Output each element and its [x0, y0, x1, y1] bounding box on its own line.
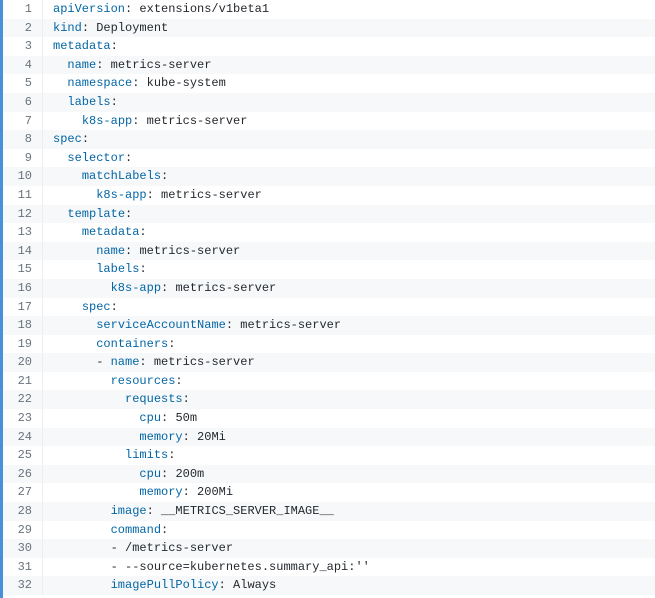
- code-line[interactable]: 7 k8s-app: metrics-server: [3, 112, 655, 131]
- code-line[interactable]: 14 name: metrics-server: [3, 242, 655, 261]
- code-content: spec:: [43, 298, 118, 317]
- code-content: labels:: [43, 93, 118, 112]
- line-number: 25: [3, 446, 43, 465]
- code-content: resources:: [43, 372, 183, 391]
- line-number: 3: [3, 37, 43, 56]
- code-line[interactable]: 8spec:: [3, 130, 655, 149]
- line-number: 32: [3, 576, 43, 595]
- code-line[interactable]: 26 cpu: 200m: [3, 465, 655, 484]
- line-number: 29: [3, 521, 43, 540]
- code-line[interactable]: 9 selector:: [3, 149, 655, 168]
- line-number: 20: [3, 353, 43, 372]
- code-content: labels:: [43, 260, 147, 279]
- code-content: metadata:: [43, 37, 118, 56]
- code-line[interactable]: 27 memory: 200Mi: [3, 483, 655, 502]
- line-number: 24: [3, 428, 43, 447]
- line-number: 5: [3, 74, 43, 93]
- code-content: memory: 20Mi: [43, 428, 226, 447]
- code-line[interactable]: 17 spec:: [3, 298, 655, 317]
- line-number: 31: [3, 558, 43, 577]
- code-content: kind: Deployment: [43, 19, 168, 38]
- code-line[interactable]: 23 cpu: 50m: [3, 409, 655, 428]
- code-line[interactable]: 4 name: metrics-server: [3, 56, 655, 75]
- code-line[interactable]: 32 imagePullPolicy: Always: [3, 576, 655, 595]
- code-line[interactable]: 24 memory: 20Mi: [3, 428, 655, 447]
- code-line[interactable]: 28 image: __METRICS_SERVER_IMAGE__: [3, 502, 655, 521]
- line-number: 19: [3, 335, 43, 354]
- code-line[interactable]: 5 namespace: kube-system: [3, 74, 655, 93]
- code-content: cpu: 50m: [43, 409, 197, 428]
- line-number: 30: [3, 539, 43, 558]
- code-line[interactable]: 15 labels:: [3, 260, 655, 279]
- code-line[interactable]: 11 k8s-app: metrics-server: [3, 186, 655, 205]
- code-content: memory: 200Mi: [43, 483, 233, 502]
- code-content: command:: [43, 521, 168, 540]
- code-line[interactable]: 21 resources:: [3, 372, 655, 391]
- line-number: 13: [3, 223, 43, 242]
- line-number: 18: [3, 316, 43, 335]
- line-number: 21: [3, 372, 43, 391]
- code-content: serviceAccountName: metrics-server: [43, 316, 341, 335]
- code-content: selector:: [43, 149, 132, 168]
- code-line[interactable]: 25 limits:: [3, 446, 655, 465]
- code-content: - /metrics-server: [43, 539, 233, 558]
- line-number: 28: [3, 502, 43, 521]
- code-line[interactable]: 3metadata:: [3, 37, 655, 56]
- line-number: 15: [3, 260, 43, 279]
- line-number: 9: [3, 149, 43, 168]
- code-content: limits:: [43, 446, 175, 465]
- code-line[interactable]: 12 template:: [3, 205, 655, 224]
- code-content: template:: [43, 205, 132, 224]
- line-number: 16: [3, 279, 43, 298]
- code-content: metadata:: [43, 223, 147, 242]
- line-number: 7: [3, 112, 43, 131]
- line-number: 27: [3, 483, 43, 502]
- code-line[interactable]: 31 - --source=kubernetes.summary_api:'': [3, 558, 655, 577]
- code-content: containers:: [43, 335, 175, 354]
- code-content: k8s-app: metrics-server: [43, 279, 276, 298]
- line-number: 23: [3, 409, 43, 428]
- code-line[interactable]: 13 metadata:: [3, 223, 655, 242]
- code-content: k8s-app: metrics-server: [43, 112, 247, 131]
- code-line[interactable]: 20 - name: metrics-server: [3, 353, 655, 372]
- line-number: 4: [3, 56, 43, 75]
- line-number: 1: [3, 0, 43, 19]
- line-number: 2: [3, 19, 43, 38]
- line-number: 14: [3, 242, 43, 261]
- code-content: apiVersion: extensions/v1beta1: [43, 0, 269, 19]
- line-number: 8: [3, 130, 43, 149]
- code-content: - --source=kubernetes.summary_api:'': [43, 558, 370, 577]
- code-content: cpu: 200m: [43, 465, 204, 484]
- line-number: 10: [3, 167, 43, 186]
- line-number: 12: [3, 205, 43, 224]
- code-line[interactable]: 29 command:: [3, 521, 655, 540]
- code-content: spec:: [43, 130, 89, 149]
- code-content: k8s-app: metrics-server: [43, 186, 262, 205]
- code-line[interactable]: 2kind: Deployment: [3, 19, 655, 38]
- code-content: name: metrics-server: [43, 242, 240, 261]
- line-number: 11: [3, 186, 43, 205]
- line-number: 17: [3, 298, 43, 317]
- code-line[interactable]: 1apiVersion: extensions/v1beta1: [3, 0, 655, 19]
- code-line[interactable]: 22 requests:: [3, 390, 655, 409]
- code-line[interactable]: 19 containers:: [3, 335, 655, 354]
- code-content: imagePullPolicy: Always: [43, 576, 276, 595]
- code-content: image: __METRICS_SERVER_IMAGE__: [43, 502, 334, 521]
- line-number: 6: [3, 93, 43, 112]
- code-content: namespace: kube-system: [43, 74, 226, 93]
- code-content: matchLabels:: [43, 167, 168, 186]
- line-number: 26: [3, 465, 43, 484]
- code-line[interactable]: 10 matchLabels:: [3, 167, 655, 186]
- line-number: 22: [3, 390, 43, 409]
- code-viewer[interactable]: 1apiVersion: extensions/v1beta12kind: De…: [0, 0, 655, 598]
- code-content: requests:: [43, 390, 190, 409]
- code-line[interactable]: 18 serviceAccountName: metrics-server: [3, 316, 655, 335]
- code-line[interactable]: 30 - /metrics-server: [3, 539, 655, 558]
- code-line[interactable]: 16 k8s-app: metrics-server: [3, 279, 655, 298]
- code-content: name: metrics-server: [43, 56, 211, 75]
- code-content: - name: metrics-server: [43, 353, 255, 372]
- code-line[interactable]: 6 labels:: [3, 93, 655, 112]
